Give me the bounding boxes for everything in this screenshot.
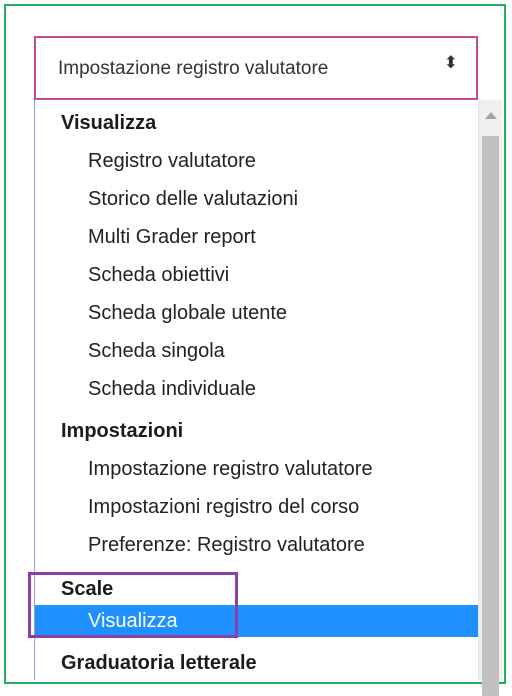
option-multi-grader-report[interactable]: Multi Grader report (35, 222, 478, 252)
vertical-scrollbar[interactable] (478, 100, 502, 696)
option-scheda-individuale[interactable]: Scheda individuale (35, 374, 478, 404)
dropdown-list: Visualizza Registro valutatore Storico d… (34, 100, 480, 680)
option-registro-valutatore[interactable]: Registro valutatore (35, 146, 478, 176)
option-scheda-obiettivi[interactable]: Scheda obiettivi (35, 260, 478, 290)
optgroup-graduatoria-letterale: Graduatoria letterale (61, 652, 257, 674)
select-value: Impostazione registro valutatore (58, 58, 329, 79)
scroll-up-arrow-icon[interactable] (485, 112, 497, 119)
option-scheda-singola[interactable]: Scheda singola (35, 336, 478, 366)
up-down-arrows-icon: ⬍ (443, 53, 458, 72)
report-select[interactable]: Impostazione registro valutatore ⬍ (34, 36, 478, 100)
optgroup-scale: Scale (61, 578, 114, 600)
option-scheda-globale-utente[interactable]: Scheda globale utente (35, 298, 478, 328)
optgroup-impostazioni: Impostazioni (61, 420, 184, 442)
option-storico-valutazioni[interactable]: Storico delle valutazioni (35, 184, 478, 214)
optgroup-visualizza: Visualizza (61, 112, 157, 134)
option-scale-visualizza[interactable]: Visualizza (35, 605, 478, 637)
scrollbar-thumb[interactable] (482, 136, 499, 696)
option-impostazione-registro-valutatore[interactable]: Impostazione registro valutatore (35, 454, 478, 484)
option-preferenze-registro-valutatore[interactable]: Preferenze: Registro valutatore (35, 530, 478, 560)
option-impostazioni-registro-corso[interactable]: Impostazioni registro del corso (35, 492, 478, 522)
